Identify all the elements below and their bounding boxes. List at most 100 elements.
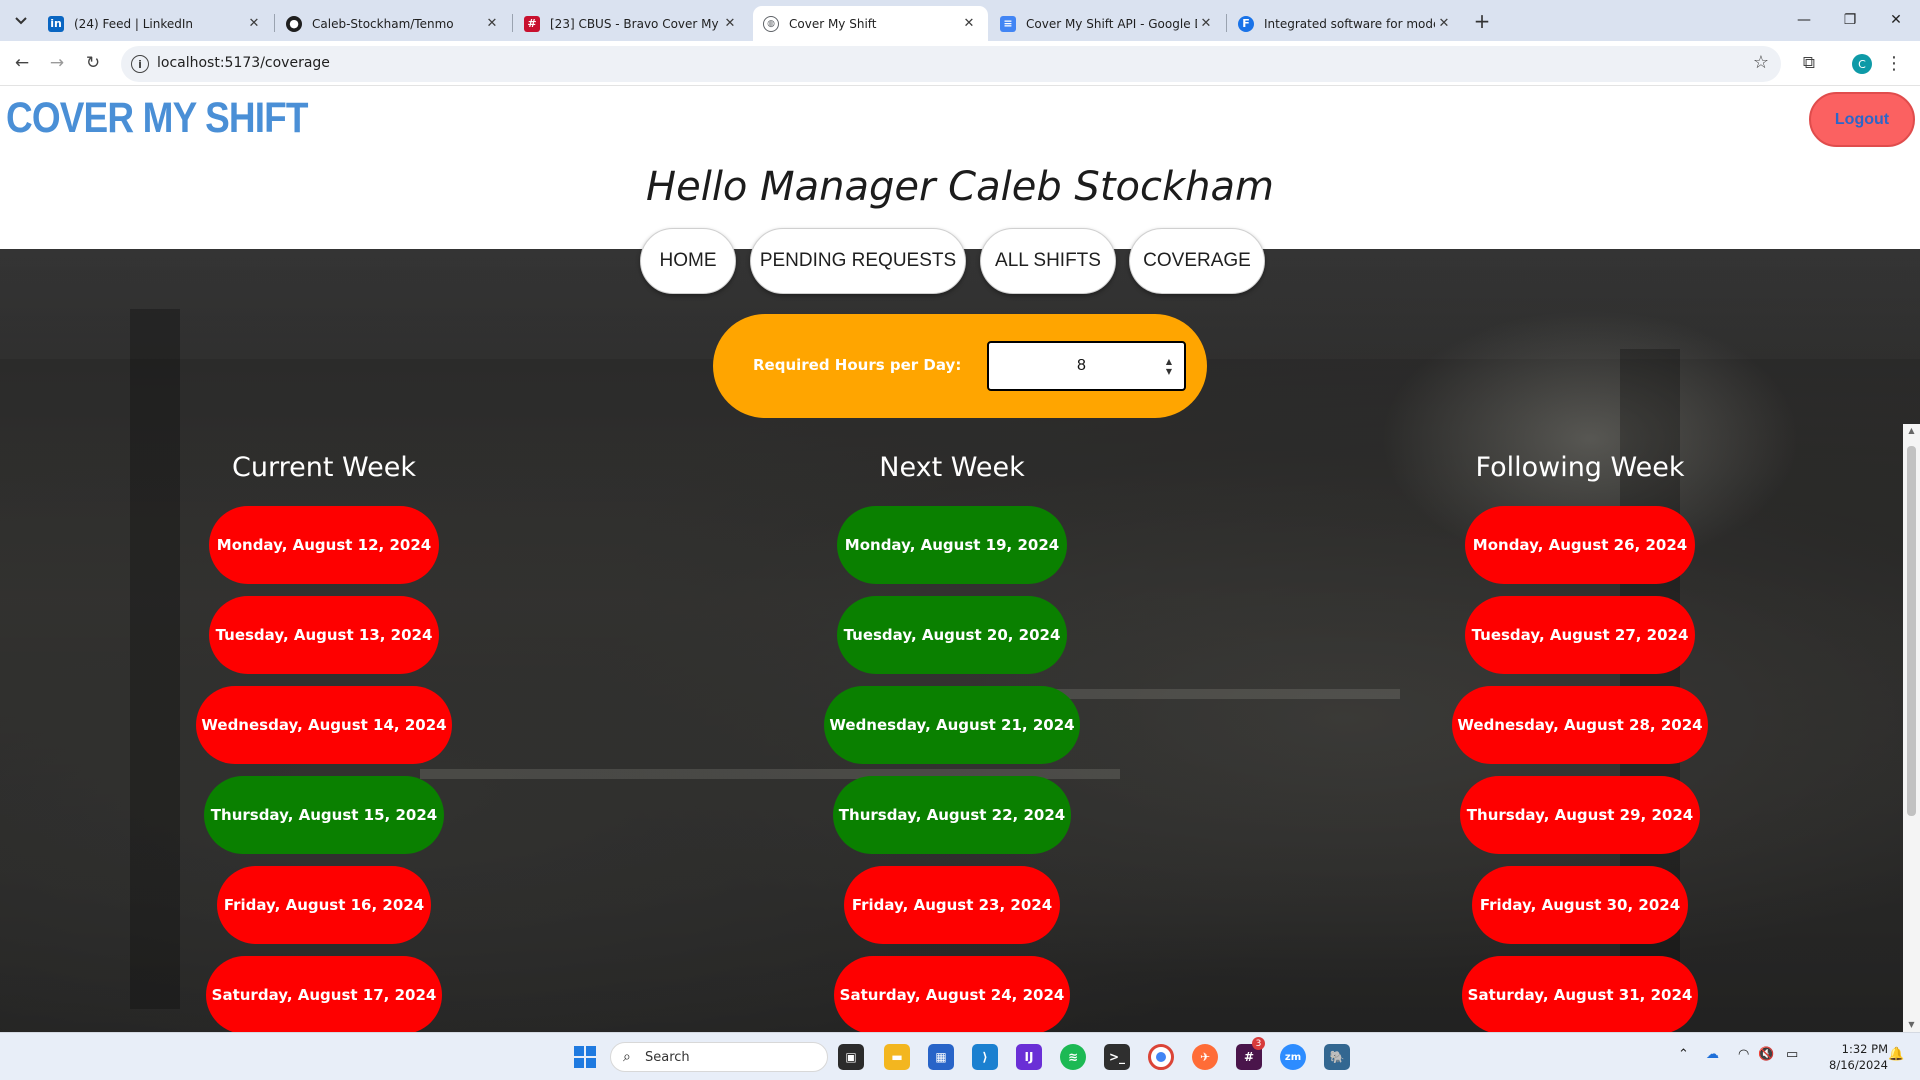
required-hours-value[interactable]: 8 [989, 357, 1174, 375]
close-icon[interactable]: ✕ [483, 15, 501, 33]
close-icon[interactable]: ✕ [721, 15, 739, 33]
tab-title: [23] CBUS - Bravo Cover My Shi [550, 16, 721, 31]
minimize-button[interactable]: — [1784, 6, 1824, 34]
day-coverage-pill[interactable]: Wednesday, August 28, 2024 [1452, 686, 1708, 764]
info-icon[interactable]: i [131, 55, 149, 73]
background-column [130, 309, 180, 1009]
spotify-icon[interactable]: ≋ [1060, 1044, 1086, 1070]
tray-chevron-up-icon[interactable]: ⌃ [1678, 1047, 1689, 1062]
address-bar[interactable]: i localhost:5173/coverage ☆ [121, 46, 1781, 82]
scrollbar-thumb[interactable] [1907, 446, 1916, 816]
onedrive-icon[interactable]: ☁ [1706, 1047, 1719, 1062]
new-tab-button[interactable]: + [1470, 9, 1494, 33]
day-coverage-pill[interactable]: Tuesday, August 27, 2024 [1465, 596, 1695, 674]
taskbar-search[interactable]: ⌕ Search [610, 1042, 828, 1072]
slack-icon: # [524, 15, 540, 32]
day-coverage-pill[interactable]: Monday, August 26, 2024 [1465, 506, 1695, 584]
spinner-down-icon[interactable]: ▼ [1164, 367, 1174, 377]
linkedin-icon: in [48, 15, 64, 32]
windows-start-icon[interactable] [574, 1046, 596, 1068]
scroll-down-icon[interactable]: ▼ [1907, 1020, 1916, 1030]
day-coverage-pill[interactable]: Tuesday, August 13, 2024 [209, 596, 439, 674]
chrome-icon[interactable] [1148, 1044, 1174, 1070]
url-text[interactable]: localhost:5173/coverage [157, 55, 330, 71]
taskbar-clock[interactable]: 1:32 PM 8/16/2024 [1818, 1041, 1888, 1073]
day-coverage-pill[interactable]: Friday, August 23, 2024 [844, 866, 1060, 944]
browser-toolbar: ← → ↻ i localhost:5173/coverage ☆ ⧉ C ⋮ [0, 41, 1920, 86]
reload-button[interactable]: ↻ [79, 49, 107, 77]
file-explorer-icon[interactable]: ▬ [884, 1044, 910, 1070]
tab-linkedin[interactable]: in (24) Feed | LinkedIn ✕ [38, 6, 273, 41]
day-coverage-pill[interactable]: Thursday, August 29, 2024 [1460, 776, 1700, 854]
spinner-up-icon[interactable]: ▲ [1164, 357, 1174, 367]
tab-github[interactable]: ● Caleb-Stockham/Tenmo ✕ [276, 6, 511, 41]
close-icon[interactable]: ✕ [245, 15, 263, 33]
day-coverage-pill[interactable]: Monday, August 12, 2024 [209, 506, 439, 584]
tab-google-docs[interactable]: ≡ Cover My Shift API - Google Do ✕ [990, 6, 1225, 41]
required-hours-input[interactable]: 8 ▲ ▼ [987, 341, 1186, 391]
number-spinner[interactable]: ▲ ▼ [1164, 357, 1174, 377]
day-coverage-pill[interactable]: Saturday, August 31, 2024 [1462, 956, 1698, 1032]
bookmark-star-icon[interactable]: ☆ [1753, 52, 1769, 73]
day-coverage-pill[interactable]: Saturday, August 24, 2024 [834, 956, 1070, 1032]
logout-button[interactable]: Logout [1809, 92, 1915, 147]
tab-search-button[interactable] [8, 8, 34, 34]
tab-title: Cover My Shift [789, 16, 877, 31]
nav-all-shifts-button[interactable]: ALL SHIFTS [980, 228, 1116, 294]
close-icon: ✕ [1890, 12, 1902, 28]
day-coverage-pill[interactable]: Friday, August 30, 2024 [1472, 866, 1688, 944]
volume-muted-icon[interactable]: 🔇 [1758, 1047, 1774, 1062]
zoom-icon[interactable]: zm [1280, 1044, 1306, 1070]
fountain-icon: F [1238, 15, 1254, 32]
taskbar-search-placeholder: Search [645, 1050, 690, 1065]
page-scrollbar[interactable]: ▲ ▼ [1903, 424, 1920, 1032]
notification-bell-icon[interactable]: 🔔 [1888, 1047, 1904, 1062]
store-icon[interactable]: ▦ [928, 1044, 954, 1070]
nav-pending-requests-button[interactable]: PENDING REQUESTS [750, 228, 966, 294]
profile-avatar[interactable]: C [1852, 54, 1872, 74]
forward-button[interactable]: → [43, 49, 71, 77]
tab-separator [512, 14, 513, 32]
scroll-up-icon[interactable]: ▲ [1907, 426, 1916, 436]
tab-fountain[interactable]: F Integrated software for modern ✕ [1228, 6, 1463, 41]
nav-coverage-button[interactable]: COVERAGE [1129, 228, 1265, 294]
required-hours-panel: Required Hours per Day: 8 ▲ ▼ [713, 314, 1207, 418]
day-coverage-pill[interactable]: Wednesday, August 14, 2024 [196, 686, 452, 764]
nav-home-button[interactable]: HOME [640, 228, 736, 294]
terminal-icon[interactable]: >_ [1104, 1044, 1130, 1070]
close-window-button[interactable]: ✕ [1876, 6, 1916, 34]
postgres-icon[interactable]: 🐘 [1324, 1044, 1350, 1070]
day-coverage-pill[interactable]: Thursday, August 22, 2024 [833, 776, 1071, 854]
minimize-icon: — [1797, 12, 1811, 28]
close-icon[interactable]: ✕ [1435, 15, 1453, 33]
week-title: Current Week [232, 452, 416, 483]
tab-separator [1226, 14, 1227, 32]
week-title: Next Week [879, 452, 1025, 483]
extensions-button[interactable]: ⧉ [1796, 50, 1822, 76]
arrow-left-icon: ← [14, 53, 30, 73]
close-icon[interactable]: ✕ [1197, 15, 1215, 33]
postman-icon[interactable]: ✈ [1192, 1044, 1218, 1070]
day-coverage-pill[interactable]: Monday, August 19, 2024 [837, 506, 1067, 584]
wifi-icon[interactable]: ◠ [1738, 1047, 1749, 1062]
intellij-icon[interactable]: IJ [1016, 1044, 1042, 1070]
battery-icon[interactable]: ▭ [1786, 1047, 1798, 1062]
tab-title: Integrated software for modern [1264, 16, 1435, 31]
chevron-down-icon [15, 17, 27, 25]
required-hours-label: Required Hours per Day: [753, 356, 962, 374]
browser-menu-button[interactable]: ⋮ [1884, 50, 1904, 76]
tab-cover-my-shift[interactable]: ◍ Cover My Shift ✕ [753, 6, 988, 41]
tab-slack[interactable]: # [23] CBUS - Bravo Cover My Shi ✕ [514, 6, 749, 41]
restore-button[interactable]: ❐ [1830, 6, 1870, 34]
day-coverage-pill[interactable]: Wednesday, August 21, 2024 [824, 686, 1080, 764]
day-coverage-pill[interactable]: Thursday, August 15, 2024 [204, 776, 444, 854]
restore-icon: ❐ [1843, 12, 1857, 28]
close-icon[interactable]: ✕ [960, 15, 978, 33]
app-logo: COVER MY SHIFT [6, 94, 309, 142]
vscode-icon[interactable]: ⟩ [972, 1044, 998, 1070]
task-view-icon[interactable]: ▣ [838, 1044, 864, 1070]
day-coverage-pill[interactable]: Tuesday, August 20, 2024 [837, 596, 1067, 674]
day-coverage-pill[interactable]: Saturday, August 17, 2024 [206, 956, 442, 1032]
back-button[interactable]: ← [8, 49, 36, 77]
day-coverage-pill[interactable]: Friday, August 16, 2024 [217, 866, 431, 944]
